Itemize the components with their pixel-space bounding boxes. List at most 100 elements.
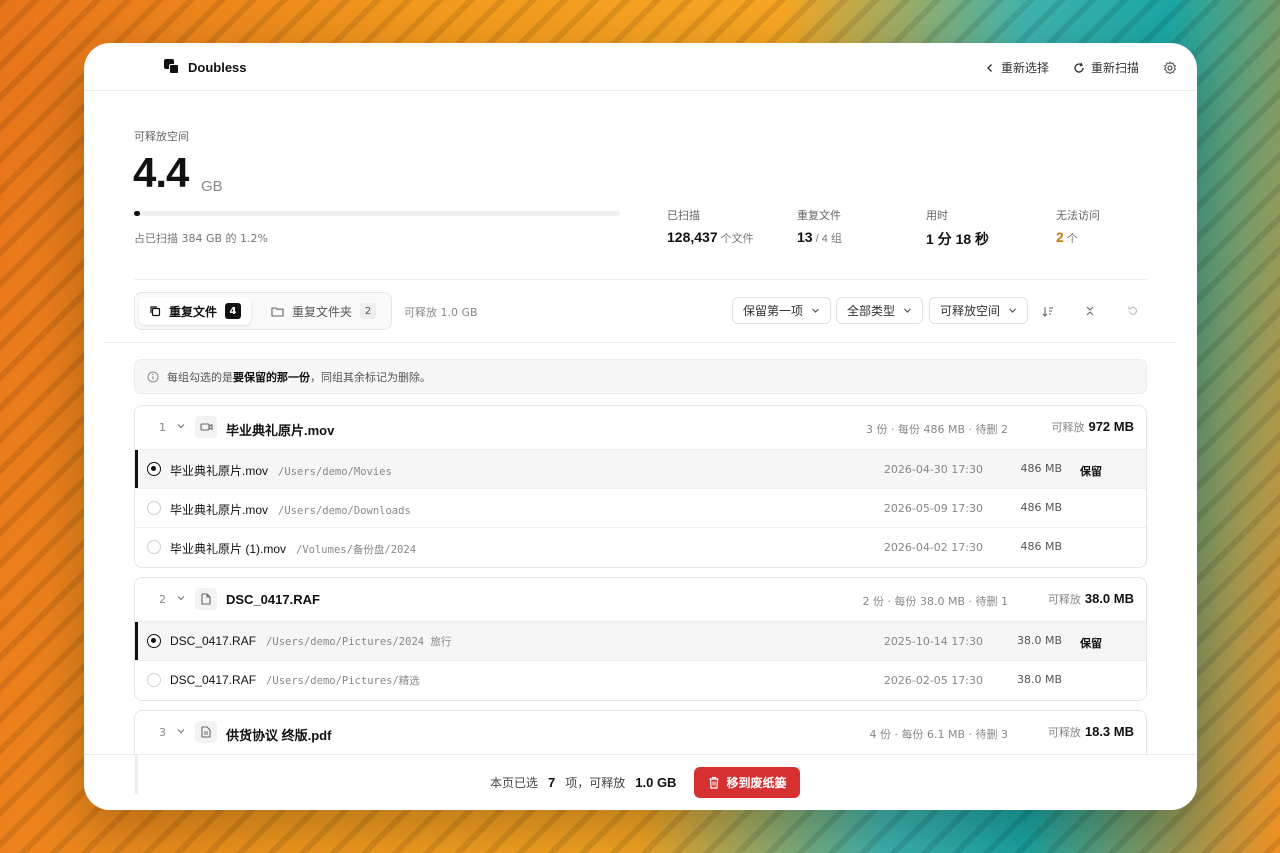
sort-descending-icon (1042, 306, 1053, 317)
file-date: 2026-02-05 17:30 (883, 674, 983, 687)
stat-unit: 个 (1066, 233, 1078, 245)
keep-label: 保留 (1080, 465, 1102, 478)
file-name: DSC_0417.RAF/Users/demo/Pictures/2024 旅行 (170, 634, 451, 649)
file-name: 毕业典礼原片.mov/Users/demo/Downloads (170, 501, 411, 518)
stat-number: 128,437 (667, 229, 718, 245)
file-row[interactable]: 毕业典礼原片.mov/Users/demo/Movies 2026-04-30 … (135, 450, 1146, 489)
file-row[interactable]: DSC_0417.RAF/Users/demo/Pictures/2024 旅行… (135, 622, 1146, 661)
keep-radio[interactable] (147, 501, 161, 515)
tab-label: 重复文件 (169, 304, 218, 319)
file-path: /Users/demo/Movies (278, 466, 392, 478)
stat-value: 2个 (1056, 229, 1100, 246)
gear-icon (1163, 60, 1177, 74)
keep-label: 保留 (1080, 637, 1102, 650)
chevron-down-icon[interactable] (176, 726, 186, 736)
file-name: 毕业典礼原片 (1).mov/Volumes/备份盘/2024 (170, 540, 416, 557)
trash-icon (709, 776, 719, 789)
chevron-down-icon (904, 308, 911, 313)
keep-radio[interactable] (147, 540, 161, 554)
group-freeable: 可释放 38.0 MB (1048, 591, 1134, 607)
file-type-dropdown[interactable]: 全部类型 (836, 297, 924, 324)
top-actions: 重新选择 重新扫描 (985, 59, 1177, 76)
collapse-icon (1086, 306, 1094, 316)
dropdown-value: 可释放空间 (940, 304, 1001, 318)
group-file-name: 供货协议 终版.pdf (226, 728, 332, 743)
stat-number: 13 (797, 229, 813, 245)
chevron-down-icon (1009, 308, 1016, 313)
freeable-progress-bar (134, 211, 620, 216)
freeable-label: 可释放 (1047, 726, 1081, 739)
group-header[interactable]: 2 DSC_0417.RAF 2 份 · 每份 38.0 MB · 待删 1 可… (135, 578, 1146, 622)
file-name-text: DSC_0417.RAF (170, 673, 257, 687)
stat-label: 已扫描 (667, 209, 700, 222)
keep-radio[interactable] (147, 462, 161, 476)
tab-duplicate-files[interactable]: 重复文件 4 (139, 297, 252, 325)
document-icon (195, 721, 217, 743)
reselect-button[interactable]: 重新选择 (985, 59, 1049, 76)
group-meta: 3 份 · 每份 486 MB · 待删 2 (866, 423, 1008, 436)
app-window: Doubless 重新选择 重新扫描 可释放空间 4.4 GB 占已扫描 384… (84, 43, 1197, 810)
group-index: 3 (159, 726, 166, 739)
freeable-value: 972 MB (1088, 419, 1134, 434)
file-row[interactable]: DSC_0417.RAF/Users/demo/Pictures/精选 2026… (135, 661, 1146, 700)
chevron-down-icon[interactable] (176, 593, 186, 603)
group-header[interactable]: 1 毕业典礼原片.mov 3 份 · 每份 486 MB · 待删 2 可释放 9… (135, 406, 1146, 450)
dropdown-value: 全部类型 (847, 304, 896, 318)
file-size: 486 MB (1020, 462, 1062, 475)
file-name-text: DSC_0417.RAF (170, 634, 257, 648)
stat-value: 128,437 个文件 (667, 229, 754, 246)
file-icon (195, 588, 217, 610)
info-suffix: ，同组其余标记为删除。 (310, 370, 431, 384)
tab-duplicate-folders[interactable]: 重复文件夹 2 (261, 297, 386, 325)
collapse-all-button[interactable] (1081, 302, 1099, 320)
info-banner: 每组勾选的是要保留的那一份，同组其余标记为删除。 (134, 359, 1147, 394)
file-name-text: 毕业典礼原片.mov (170, 464, 269, 478)
chevron-down-icon (812, 308, 819, 313)
duplicate-group: 2 DSC_0417.RAF 2 份 · 每份 38.0 MB · 待删 1 可… (134, 577, 1147, 701)
keep-radio[interactable] (147, 673, 161, 687)
stat-inaccessible[interactable]: 无法访问 2个 (1056, 207, 1100, 246)
selection-count: 7 (548, 775, 556, 790)
keep-radio[interactable] (147, 634, 161, 648)
group-meta: 4 份 · 每份 6.1 MB · 待删 3 (869, 728, 1009, 741)
scan-stats: 已扫描 128,437 个文件 重复文件 13/ 4 组 用时 1 分 18 秒 … (667, 207, 1147, 247)
selection-size: 1.0 GB (635, 775, 677, 790)
group-file-name: 毕业典礼原片.mov (226, 423, 335, 438)
file-path: /Users/demo/Downloads (278, 505, 411, 517)
selection-summary: 本页已选 7 项，可释放 1.0 GB 移到废纸篓 (490, 767, 801, 798)
sort-order-button[interactable] (1038, 302, 1056, 320)
freeable-value: 18.3 MB (1084, 724, 1134, 739)
stat-number: 2 (1056, 229, 1064, 245)
stat-value: 1 分 18 秒 (926, 229, 989, 249)
sort-dropdown[interactable]: 可释放空间 (929, 297, 1029, 324)
rescan-button[interactable]: 重新扫描 (1073, 59, 1139, 76)
reselect-label: 重新选择 (1000, 61, 1049, 75)
file-name: 毕业典礼原片.mov/Users/demo/Movies (170, 462, 392, 479)
stat-label: 重复文件 (797, 209, 841, 222)
stat-number: 1 分 18 秒 (926, 231, 990, 247)
file-date: 2026-04-30 17:30 (883, 463, 983, 476)
app-logo: Doubless (164, 59, 247, 75)
undo-icon (1128, 306, 1138, 315)
group-file-name: DSC_0417.RAF (226, 592, 320, 607)
stat-duplicates: 重复文件 13/ 4 组 (797, 207, 842, 246)
selection-prefix: 本页已选 (490, 776, 539, 790)
freeable-label: 可释放 (1051, 421, 1085, 434)
file-row[interactable]: 毕业典礼原片.mov/Users/demo/Downloads 2026-05-… (135, 489, 1146, 528)
settings-button[interactable] (1163, 60, 1177, 75)
keep-rule-dropdown[interactable]: 保留第一项 (732, 297, 832, 324)
reset-button[interactable] (1124, 302, 1142, 320)
file-path: /Users/demo/Pictures/2024 旅行 (266, 636, 452, 648)
freeable-value: 38.0 MB (1084, 591, 1134, 606)
progress-fill (134, 211, 140, 216)
file-row[interactable]: 毕业典礼原片 (1).mov/Volumes/备份盘/2024 2026-04-… (135, 528, 1146, 567)
tab-count-badge: 4 (225, 303, 242, 319)
stat-label: 无法访问 (1056, 209, 1100, 222)
view-tabs: 重复文件 4 重复文件夹 2 (134, 292, 392, 330)
stat-value: 13/ 4 组 (797, 229, 842, 246)
chevron-down-icon[interactable] (176, 421, 186, 431)
video-file-icon (195, 416, 217, 438)
group-header[interactable]: 3 供货协议 终版.pdf 4 份 · 每份 6.1 MB · 待删 3 可释放… (135, 711, 1146, 755)
move-to-trash-button[interactable]: 移到废纸篓 (694, 767, 801, 798)
chevron-left-icon (986, 63, 992, 72)
